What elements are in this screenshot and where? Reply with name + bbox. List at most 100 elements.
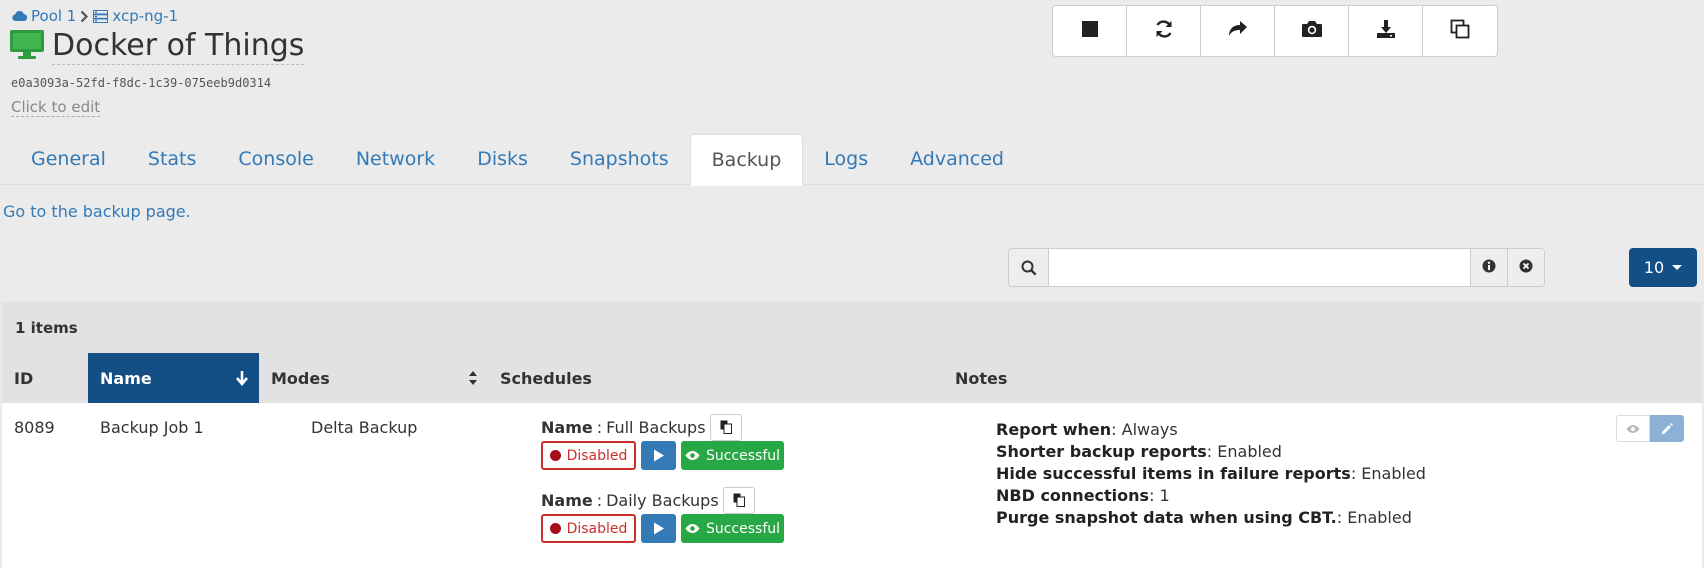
tab-stats[interactable]: Stats bbox=[127, 134, 218, 185]
tab-network[interactable]: Network bbox=[335, 134, 456, 185]
table-header: ID Name Modes Schedules Notes bbox=[2, 353, 1702, 403]
schedule-item: Name: Full Backups Disabled Successful bbox=[541, 413, 784, 470]
chevron-right-icon bbox=[80, 10, 89, 23]
backup-jobs-table: 1 items ID Name Modes Schedules Notes 80… bbox=[2, 302, 1702, 568]
schedule-name-label: Name bbox=[541, 490, 593, 510]
row-actions bbox=[1616, 415, 1684, 442]
schedule-state-toggle[interactable]: Disabled bbox=[541, 514, 636, 543]
disabled-dot-icon bbox=[549, 450, 561, 461]
export-button[interactable] bbox=[1349, 6, 1423, 56]
breadcrumb-pool-link[interactable]: Pool 1 bbox=[31, 7, 76, 25]
close-circle-icon bbox=[1519, 258, 1533, 277]
copy-schedule-id-button[interactable] bbox=[709, 413, 742, 441]
cloud-icon bbox=[11, 10, 27, 22]
view-job-button[interactable] bbox=[1616, 415, 1650, 442]
eye-icon bbox=[685, 451, 700, 460]
pencil-icon bbox=[1662, 422, 1673, 434]
note-value: : Always bbox=[1111, 420, 1178, 439]
edit-description-link[interactable]: Click to edit bbox=[11, 98, 101, 117]
tab-advanced[interactable]: Advanced bbox=[889, 134, 1025, 185]
info-icon bbox=[1482, 258, 1496, 277]
share-icon bbox=[1228, 20, 1248, 42]
job-notes: Report when: Always Shorter backup repor… bbox=[996, 419, 1426, 529]
colon-separator: : bbox=[596, 417, 603, 437]
tab-backup[interactable]: Backup bbox=[689, 134, 804, 186]
note-value: : Enabled bbox=[1350, 464, 1426, 483]
note-key: Shorter backup reports bbox=[996, 442, 1207, 461]
backup-page-link[interactable]: Go to the backup page. bbox=[3, 202, 191, 221]
play-icon bbox=[653, 522, 664, 535]
snapshot-button[interactable] bbox=[1275, 6, 1349, 56]
run-schedule-button[interactable] bbox=[641, 441, 676, 470]
play-icon bbox=[653, 449, 664, 462]
restart-button[interactable] bbox=[1127, 6, 1201, 56]
vm-tabs: General Stats Console Network Disks Snap… bbox=[0, 134, 1704, 186]
table-row: 8089 Backup Job 1 Delta Backup Name: Ful… bbox=[2, 403, 1702, 568]
tab-general[interactable]: General bbox=[10, 134, 127, 185]
stop-button[interactable] bbox=[1053, 6, 1127, 56]
server-icon bbox=[93, 9, 109, 23]
copy-icon bbox=[720, 420, 732, 434]
vm-action-toolbar bbox=[1052, 5, 1498, 57]
job-id: 8089 bbox=[14, 418, 55, 437]
schedule-state-toggle[interactable]: Disabled bbox=[541, 441, 636, 470]
last-run-status-button[interactable]: Successful bbox=[681, 514, 784, 543]
schedule-name-label: Name bbox=[541, 417, 593, 437]
camera-icon bbox=[1301, 20, 1323, 42]
note-line: Shorter backup reports: Enabled bbox=[996, 441, 1426, 463]
vm-title[interactable]: Docker of Things bbox=[52, 28, 305, 65]
column-header-modes[interactable]: Modes bbox=[259, 353, 488, 403]
note-key: Purge snapshot data when using CBT. bbox=[996, 508, 1337, 527]
eye-icon bbox=[685, 524, 700, 533]
tab-console[interactable]: Console bbox=[217, 134, 334, 185]
last-run-status-label: Successful bbox=[705, 447, 781, 464]
column-header-name[interactable]: Name bbox=[88, 353, 259, 403]
note-key: Report when bbox=[996, 420, 1112, 439]
tab-snapshots[interactable]: Snapshots bbox=[549, 134, 690, 185]
stop-icon bbox=[1081, 20, 1099, 42]
schedule-name: Full Backups bbox=[606, 417, 706, 437]
colon-separator: : bbox=[596, 490, 603, 510]
note-line: Hide successful items in failure reports… bbox=[996, 463, 1426, 485]
edit-job-button[interactable] bbox=[1650, 415, 1684, 442]
job-mode: Delta Backup bbox=[311, 418, 418, 437]
sort-down-icon bbox=[235, 370, 249, 390]
sort-icon bbox=[468, 370, 478, 390]
disabled-dot-icon bbox=[549, 523, 561, 534]
note-line: Report when: Always bbox=[996, 419, 1426, 441]
note-value: : Enabled bbox=[1206, 442, 1282, 461]
copy-icon bbox=[1450, 19, 1470, 43]
column-header-notes: Notes bbox=[955, 368, 1008, 388]
page-size-dropdown[interactable]: 10 bbox=[1629, 248, 1697, 287]
tab-disks[interactable]: Disks bbox=[456, 134, 549, 185]
run-schedule-button[interactable] bbox=[641, 514, 676, 543]
clear-filter-button[interactable] bbox=[1507, 249, 1544, 286]
schedule-name: Daily Backups bbox=[606, 490, 719, 510]
column-header-schedules: Schedules bbox=[500, 368, 592, 388]
note-key: Hide successful items in failure reports bbox=[996, 464, 1351, 483]
last-run-status-button[interactable]: Successful bbox=[681, 441, 784, 470]
column-header-name-label: Name bbox=[100, 368, 152, 388]
download-icon bbox=[1376, 19, 1396, 43]
column-header-id[interactable]: ID bbox=[2, 353, 88, 403]
vm-uuid: e0a3093a-52fd-f8dc-1c39-075eeb9d0314 bbox=[11, 76, 272, 90]
table-filter bbox=[1008, 248, 1545, 287]
note-value: : 1 bbox=[1149, 486, 1170, 505]
migrate-button[interactable] bbox=[1201, 6, 1275, 56]
note-line: NBD connections: 1 bbox=[996, 485, 1426, 507]
copy-button[interactable] bbox=[1423, 6, 1497, 56]
schedule-state-label: Disabled bbox=[566, 520, 628, 537]
note-key: NBD connections bbox=[996, 486, 1150, 505]
breadcrumb-host-link[interactable]: xcp-ng-1 bbox=[112, 7, 178, 25]
column-header-modes-label: Modes bbox=[271, 368, 330, 388]
filter-help-button[interactable] bbox=[1470, 249, 1507, 286]
copy-icon bbox=[733, 493, 745, 507]
tab-logs[interactable]: Logs bbox=[803, 134, 889, 185]
search-input[interactable] bbox=[1049, 249, 1470, 286]
items-count: 1 items bbox=[2, 302, 1702, 353]
note-value: : Enabled bbox=[1336, 508, 1412, 527]
last-run-status-label: Successful bbox=[705, 520, 781, 537]
vm-title-row: Docker of Things bbox=[10, 28, 305, 65]
breadcrumb: Pool 1 xcp-ng-1 bbox=[11, 7, 178, 25]
copy-schedule-id-button[interactable] bbox=[722, 486, 755, 514]
